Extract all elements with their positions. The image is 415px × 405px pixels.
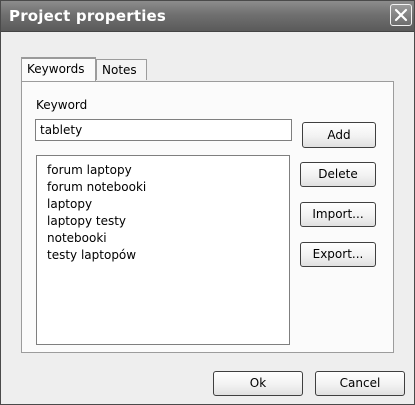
keywords-panel: Keyword Add forum laptopy forum notebook… xyxy=(21,81,394,353)
keyword-input[interactable] xyxy=(35,119,292,141)
list-item[interactable]: laptopy testy xyxy=(47,213,289,230)
list-item[interactable]: laptopy xyxy=(47,196,289,213)
window-title: Project properties xyxy=(9,7,167,25)
ok-button[interactable]: Ok xyxy=(213,371,303,396)
keyword-label: Keyword xyxy=(36,98,88,112)
tab-notes[interactable]: Notes xyxy=(96,59,147,80)
close-button[interactable] xyxy=(390,4,412,26)
list-item[interactable]: testy laptopów xyxy=(47,247,289,264)
title-bar[interactable]: Project properties xyxy=(1,1,414,32)
import-button[interactable]: Import... xyxy=(300,202,376,227)
tab-keywords[interactable]: Keywords xyxy=(21,57,96,81)
list-item[interactable]: forum notebooki xyxy=(47,179,289,196)
export-button[interactable]: Export... xyxy=(300,242,376,267)
list-item[interactable]: forum laptopy xyxy=(47,162,289,179)
delete-button[interactable]: Delete xyxy=(300,162,376,187)
keyword-list[interactable]: forum laptopy forum notebooki laptopy la… xyxy=(36,155,290,345)
add-button[interactable]: Add xyxy=(302,122,376,148)
cancel-button[interactable]: Cancel xyxy=(315,371,405,396)
project-properties-dialog: Project properties Keywords Notes Keywor… xyxy=(0,0,415,405)
list-item[interactable]: notebooki xyxy=(47,230,289,247)
